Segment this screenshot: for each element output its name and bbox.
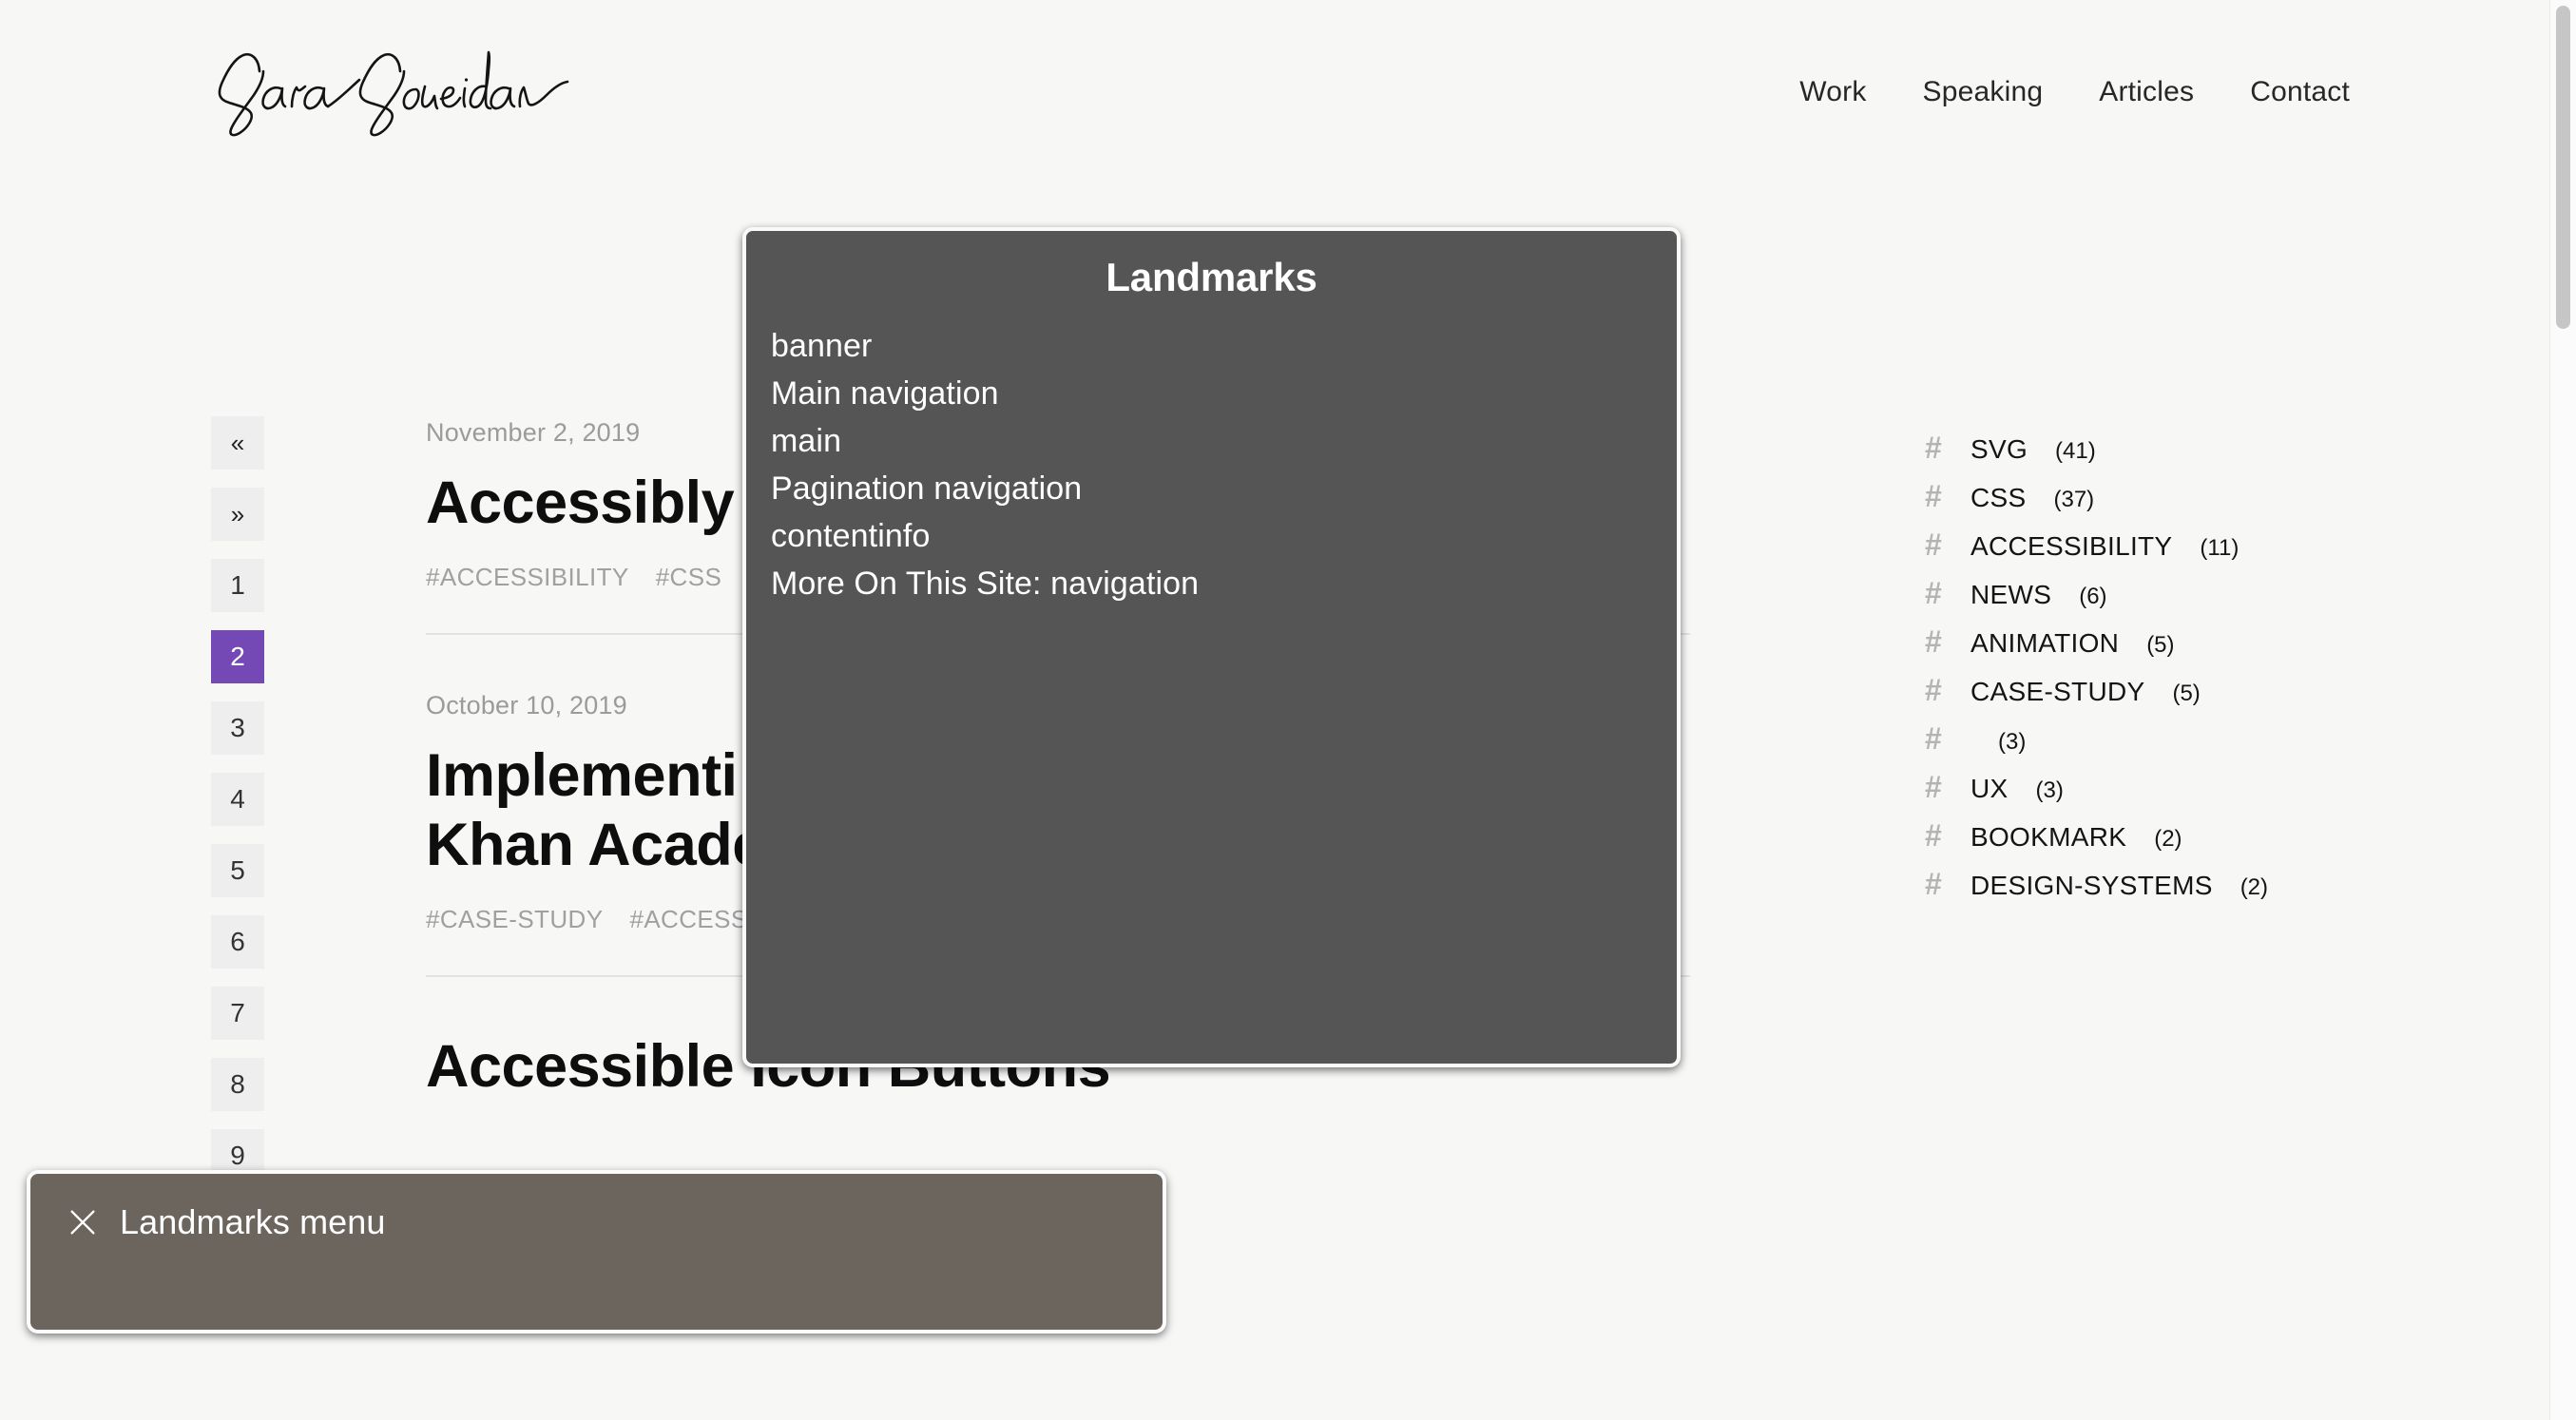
landmarks-list: banner Main navigation main Pagination n… bbox=[746, 322, 1677, 607]
tag-count: (2) bbox=[2240, 874, 2268, 901]
tag-link-svg[interactable]: # SVG (41) bbox=[1925, 432, 2334, 465]
pagination-last[interactable]: » bbox=[211, 488, 264, 541]
site-header: Work Speaking Articles Contact bbox=[0, 0, 2549, 190]
hash-icon: # bbox=[1925, 626, 1950, 657]
tag-label: BOOKMARK bbox=[1970, 822, 2126, 853]
tag-label: SVG bbox=[1970, 434, 2028, 465]
article-title-link[interactable]: Accessibly bbox=[426, 470, 734, 536]
pagination-first[interactable]: « bbox=[211, 416, 264, 470]
nav-link-speaking[interactable]: Speaking bbox=[1923, 76, 2044, 108]
tag-label: CASE-STUDY bbox=[1970, 677, 2144, 707]
vertical-scrollbar[interactable] bbox=[2549, 0, 2576, 1420]
article-tag[interactable]: #CSS bbox=[656, 563, 722, 592]
tag-label: NEWS bbox=[1970, 580, 2051, 610]
tag-label: CSS bbox=[1970, 483, 2026, 513]
tag-link-animation[interactable]: # ANIMATION (5) bbox=[1925, 626, 2334, 659]
signature-logo-icon bbox=[204, 40, 594, 140]
tag-count: (11) bbox=[2200, 535, 2239, 562]
tag-link-bookmark[interactable]: # BOOKMARK (2) bbox=[1925, 820, 2334, 853]
more-on-this-site-navigation: # SVG (41) # CSS (37) # ACCESSIBILITY (1… bbox=[1925, 432, 2334, 917]
pagination-page-2[interactable]: 2 bbox=[211, 630, 264, 683]
landmark-item-more-on-this-site[interactable]: More On This Site: navigation bbox=[771, 560, 1677, 607]
landmarks-menu-header: Landmarks menu bbox=[30, 1174, 1163, 1242]
pagination-page-8[interactable]: 8 bbox=[211, 1058, 264, 1111]
landmark-item-contentinfo[interactable]: contentinfo bbox=[771, 512, 1677, 560]
tag-count: (5) bbox=[2172, 681, 2200, 707]
pagination-page-5[interactable]: 5 bbox=[211, 844, 264, 897]
tag-label: ANIMATION bbox=[1970, 628, 2119, 659]
pagination-navigation[interactable]: « » 1 2 3 4 5 6 7 8 9 10 bbox=[211, 416, 264, 1254]
tag-link-ux[interactable]: # UX (3) bbox=[1925, 772, 2334, 804]
hash-icon: # bbox=[1925, 820, 1950, 851]
pagination-page-3[interactable]: 3 bbox=[211, 701, 264, 755]
pagination-page-7[interactable]: 7 bbox=[211, 987, 264, 1040]
landmark-item-main[interactable]: main bbox=[771, 417, 1677, 465]
pagination-page-1[interactable]: 1 bbox=[211, 559, 264, 612]
landmarks-menu-bar: Landmarks menu bbox=[27, 1170, 1166, 1334]
hash-icon: # bbox=[1925, 869, 1950, 899]
tag-count: (2) bbox=[2154, 826, 2182, 853]
landmark-item-banner[interactable]: banner bbox=[771, 322, 1677, 370]
nav-link-articles[interactable]: Articles bbox=[2099, 76, 2194, 108]
hash-icon: # bbox=[1925, 432, 1950, 463]
nav-link-contact[interactable]: Contact bbox=[2250, 76, 2350, 108]
hash-icon: # bbox=[1925, 723, 1950, 754]
tag-link-accessibility[interactable]: # ACCESSIBILITY (11) bbox=[1925, 529, 2334, 562]
landmarks-dialog: Landmarks banner Main navigation main Pa… bbox=[742, 227, 1681, 1067]
landmark-item-main-navigation[interactable]: Main navigation bbox=[771, 370, 1677, 417]
landmarks-dialog-title: Landmarks bbox=[746, 231, 1677, 300]
hash-icon: # bbox=[1925, 529, 1950, 560]
article-tag[interactable]: #ACCESSIBILITY bbox=[426, 563, 629, 592]
article-tag[interactable]: #CASE-STUDY bbox=[426, 905, 603, 934]
hash-icon: # bbox=[1925, 675, 1950, 705]
tag-link-news[interactable]: # NEWS (6) bbox=[1925, 578, 2334, 610]
close-icon[interactable] bbox=[67, 1206, 99, 1238]
scrollbar-thumb[interactable] bbox=[2556, 6, 2570, 329]
tag-link-design-systems[interactable]: # DESIGN-SYSTEMS (2) bbox=[1925, 869, 2334, 901]
hash-icon: # bbox=[1925, 481, 1950, 511]
tag-count: (3) bbox=[2036, 777, 2064, 804]
pagination-page-4[interactable]: 4 bbox=[211, 773, 264, 826]
hash-icon: # bbox=[1925, 772, 1950, 802]
site-logo[interactable] bbox=[204, 40, 594, 140]
tag-label: UX bbox=[1970, 774, 2009, 804]
pagination-page-6[interactable]: 6 bbox=[211, 915, 264, 969]
hash-icon: # bbox=[1925, 578, 1950, 608]
tag-link-unnamed[interactable]: # (3) bbox=[1925, 723, 2334, 756]
landmark-item-pagination-navigation[interactable]: Pagination navigation bbox=[771, 465, 1677, 512]
tag-label: ACCESSIBILITY bbox=[1970, 531, 2172, 562]
main-navigation[interactable]: Work Speaking Articles Contact bbox=[1799, 76, 2350, 108]
tag-count: (37) bbox=[2053, 487, 2094, 513]
landmarks-menu-label: Landmarks menu bbox=[120, 1202, 386, 1242]
nav-link-work[interactable]: Work bbox=[1799, 76, 1866, 108]
article-title-link[interactable]: Implementi Khan Acade bbox=[426, 742, 765, 878]
tag-link-css[interactable]: # CSS (37) bbox=[1925, 481, 2334, 513]
tag-label: DESIGN-SYSTEMS bbox=[1970, 871, 2213, 901]
tag-count: (3) bbox=[1998, 729, 2026, 756]
tag-count: (6) bbox=[2079, 584, 2106, 610]
tag-count: (5) bbox=[2146, 632, 2174, 659]
tag-link-case-study[interactable]: # CASE-STUDY (5) bbox=[1925, 675, 2334, 707]
tag-count: (41) bbox=[2055, 438, 2096, 465]
